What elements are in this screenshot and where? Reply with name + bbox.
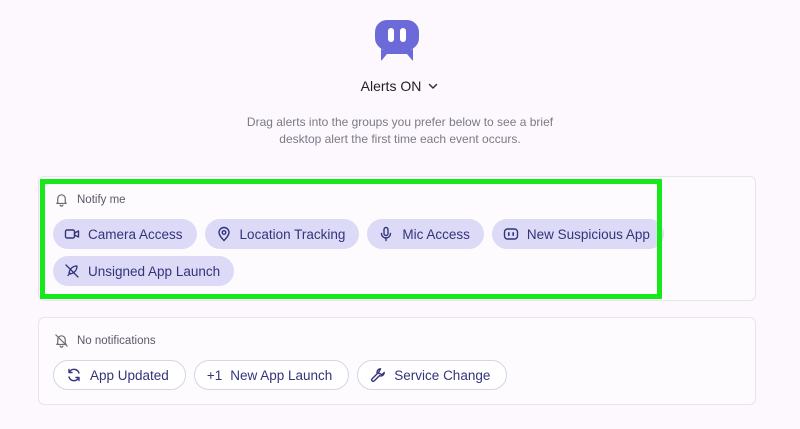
no-notifications-title: No notifications [77,334,156,347]
chip-unsigned-app-launch[interactable]: Unsigned App Launch [53,256,235,286]
chip-new-app-launch[interactable]: +1 New App Launch [193,360,350,390]
chip-location-tracking[interactable]: Location Tracking [204,219,360,249]
map-pin-icon [216,226,232,242]
alerts-dropdown[interactable]: Alerts ON [361,78,440,94]
notify-me-header: Notify me [54,192,126,207]
plus-one-icon: +1 [206,367,223,383]
chip-new-suspicious-app[interactable]: New Suspicious App [491,219,664,249]
suspicious-app-icon [503,226,519,242]
refresh-icon [66,367,82,383]
bell-icon [54,192,69,207]
bell-off-icon [54,333,69,348]
microphone-icon [378,226,394,242]
chevron-down-icon [427,80,439,92]
chip-app-updated[interactable]: App Updated [53,360,186,390]
chip-mic-access[interactable]: Mic Access [367,219,484,249]
alerts-label: Alerts ON [360,78,422,94]
rocket-off-icon [64,263,80,279]
robot-face-logo [373,18,421,62]
video-camera-icon [64,226,80,242]
notify-me-title: Notify me [77,193,126,206]
no-notifications-header: No notifications [54,333,156,348]
instructions-text: Drag alerts into the groups you prefer b… [246,115,554,146]
wrench-icon [370,367,386,383]
chip-service-change[interactable]: Service Change [357,360,508,390]
chip-camera-access[interactable]: Camera Access [53,219,197,249]
